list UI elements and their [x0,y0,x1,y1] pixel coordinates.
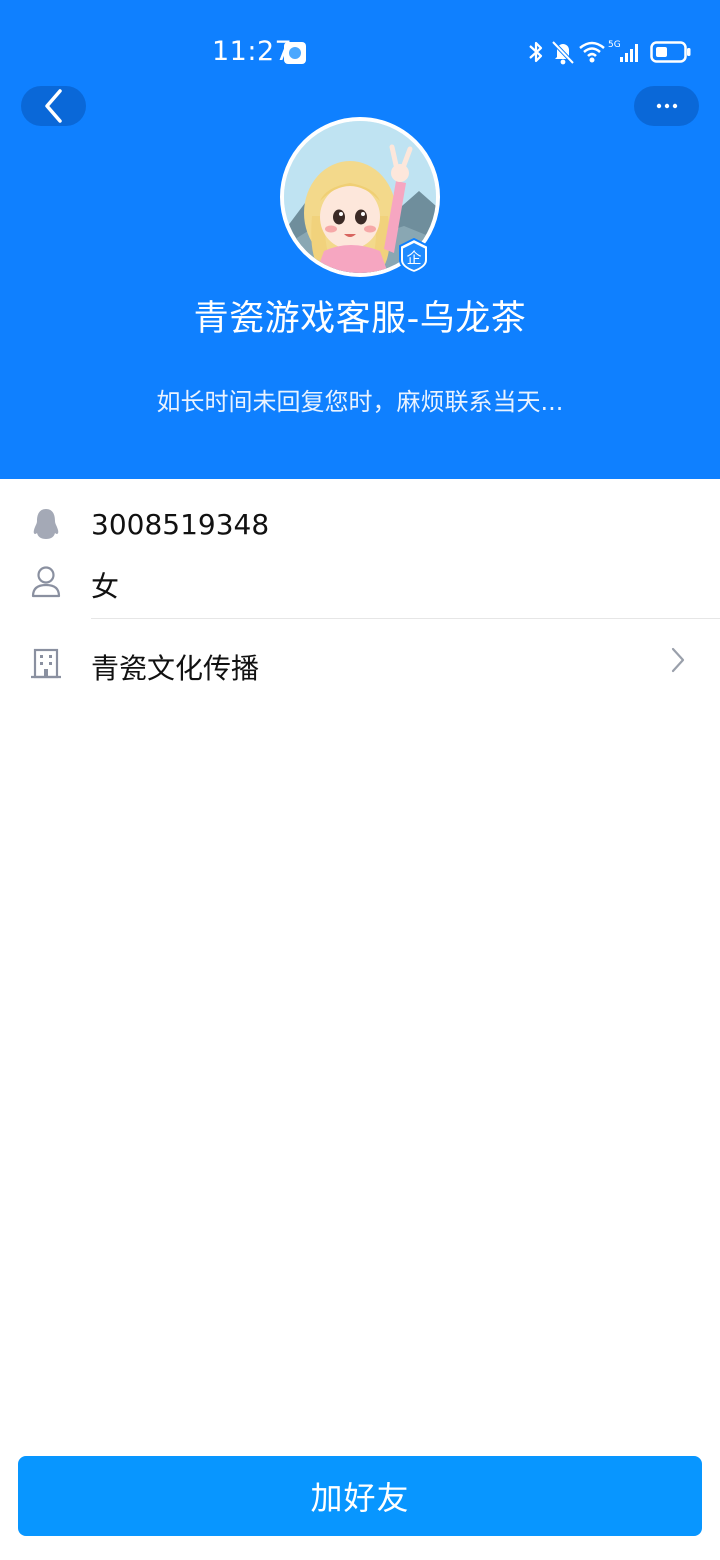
status-bar: 11:27 5G [0,0,720,100]
bluetooth-icon [529,41,543,63]
qq-number-row[interactable]: 3008519348 [0,494,720,554]
add-friend-button[interactable]: 加好友 [18,1456,702,1536]
gender-text: 女 [91,570,120,603]
more-options-button[interactable] [634,86,699,126]
qq-number-text: 3008519348 [91,508,270,541]
status-time: 11:27 [212,36,293,67]
building-icon [31,648,61,679]
wifi-icon [579,41,605,63]
profile-signature[interactable]: 如长时间未回复您时，麻烦联系当天... [0,382,720,417]
section-divider [91,618,720,619]
status-icons: 5G [526,38,696,66]
chevron-left-icon [44,89,62,123]
gender-row: 女 [0,551,720,611]
more-dots-icon [656,103,677,109]
chevron-right-icon [671,647,685,673]
battery-icon [650,41,691,63]
enterprise-badge-icon: 企 [399,238,429,274]
company-text: 青瓷文化传播 [91,652,260,685]
profile-header: 11:27 5G 企 青瓷游戏客服-乌龙茶 如长时间未回复您时，麻烦联系当天..… [0,0,720,479]
person-icon [31,566,61,598]
back-button[interactable] [21,86,86,126]
svg-text:5G: 5G [608,40,621,50]
penguin-icon [33,509,59,539]
mute-bell-icon [551,40,575,65]
signal-5g-icon: 5G [608,40,638,62]
profile-name: 青瓷游戏客服-乌龙茶 [193,299,527,339]
notification-app-icon [284,42,306,64]
company-row[interactable]: 青瓷文化传播 [0,633,720,693]
svg-text:企: 企 [406,249,421,267]
